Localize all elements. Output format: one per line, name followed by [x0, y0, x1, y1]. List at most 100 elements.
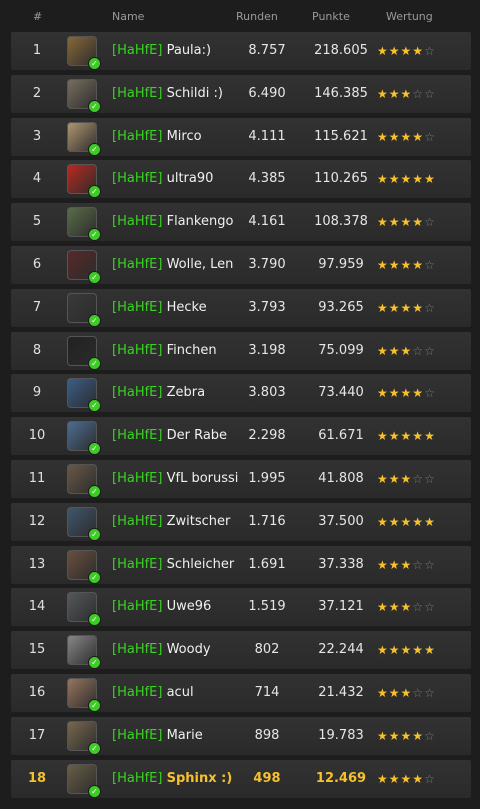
- avatar[interactable]: ✓: [67, 336, 101, 370]
- avatar[interactable]: ✓: [67, 507, 101, 541]
- star-filled-icon: ★: [377, 172, 389, 186]
- table-row[interactable]: 16 ✓ [HaHfE] acul 714 21.432 ★★★☆☆: [11, 674, 471, 712]
- clan-tag: [HaHfE]: [112, 385, 163, 400]
- avatar[interactable]: ✓: [67, 421, 101, 455]
- table-row[interactable]: 12 ✓ [HaHfE] Zwitscher 1.716 37.500 ★★★★★: [11, 503, 471, 541]
- player-name[interactable]: [HaHfE] Woody: [112, 631, 239, 669]
- avatar[interactable]: ✓: [67, 764, 101, 798]
- table-row[interactable]: 18 ✓ [HaHfE] Sphinx :) 498 12.469 ★★★★☆: [11, 760, 471, 798]
- star-filled-icon: ★: [412, 44, 425, 58]
- star-filled-icon: ★: [400, 643, 413, 657]
- star-filled-icon: ★: [412, 386, 425, 400]
- avatar[interactable]: ✓: [67, 293, 101, 327]
- rating-stars: ★★★☆☆: [377, 460, 467, 498]
- avatar[interactable]: ✓: [67, 721, 101, 755]
- table-row[interactable]: 6 ✓ [HaHfE] Wolle, Len 3.790 97.959 ★★★★☆: [11, 246, 471, 284]
- avatar[interactable]: ✓: [67, 164, 101, 198]
- points-cell: 110.265: [314, 171, 368, 186]
- rating-stars: ★★★★★: [377, 503, 467, 541]
- star-filled-icon: ★: [377, 130, 389, 144]
- star-filled-icon: ★: [377, 472, 389, 486]
- player-name[interactable]: [HaHfE] Wolle, Len: [112, 246, 239, 284]
- points-cell: 19.783: [318, 728, 364, 743]
- table-row[interactable]: 7 ✓ [HaHfE] Hecke 3.793 93.265 ★★★★☆: [11, 289, 471, 327]
- player-nickname: VfL borussi: [166, 471, 239, 486]
- player-name[interactable]: [HaHfE] Zebra: [112, 374, 239, 412]
- star-filled-icon: ★: [377, 301, 389, 315]
- table-row[interactable]: 15 ✓ [HaHfE] Woody 802 22.244 ★★★★★: [11, 631, 471, 669]
- rounds-cell: 4.385: [248, 171, 286, 186]
- table-row[interactable]: 1 ✓ [HaHfE] Paula:) 8.757 218.605 ★★★★☆: [11, 32, 471, 70]
- table-row[interactable]: 8 ✓ [HaHfE] Finchen 3.198 75.099 ★★★☆☆: [11, 332, 471, 370]
- header-rounds: Runden: [236, 10, 278, 23]
- avatar[interactable]: ✓: [67, 250, 101, 284]
- table-row[interactable]: 5 ✓ [HaHfE] Flankengo 4.161 108.378 ★★★★☆: [11, 203, 471, 241]
- player-name[interactable]: [HaHfE] Hecke: [112, 289, 239, 327]
- star-filled-icon: ★: [400, 215, 413, 229]
- table-row[interactable]: 9 ✓ [HaHfE] Zebra 3.803 73.440 ★★★★☆: [11, 374, 471, 412]
- star-filled-icon: ★: [377, 386, 389, 400]
- clan-tag: [HaHfE]: [112, 557, 163, 572]
- clan-tag: [HaHfE]: [112, 343, 163, 358]
- player-nickname: acul: [166, 685, 194, 700]
- rounds-cell: 4.161: [248, 214, 286, 229]
- online-status-icon: ✓: [88, 656, 101, 669]
- player-name[interactable]: [HaHfE] Zwitscher: [112, 503, 239, 541]
- rounds-cell: 4.111: [248, 129, 286, 144]
- clan-tag: [HaHfE]: [112, 214, 163, 229]
- star-empty-icon: ☆: [412, 558, 425, 572]
- player-name[interactable]: [HaHfE] Mirco: [112, 118, 239, 156]
- table-row[interactable]: 10 ✓ [HaHfE] Der Rabe 2.298 61.671 ★★★★★: [11, 417, 471, 455]
- star-filled-icon: ★: [388, 558, 401, 572]
- clan-tag: [HaHfE]: [112, 728, 163, 743]
- table-row[interactable]: 14 ✓ [HaHfE] Uwe96 1.519 37.121 ★★★☆☆: [11, 588, 471, 626]
- player-name[interactable]: [HaHfE] Schildi :): [112, 75, 239, 113]
- rating-stars: ★★★☆☆: [377, 588, 467, 626]
- star-filled-icon: ★: [400, 386, 413, 400]
- avatar[interactable]: ✓: [67, 122, 101, 156]
- player-name[interactable]: [HaHfE] Schleicher: [112, 546, 239, 584]
- player-name[interactable]: [HaHfE] Sphinx :): [112, 760, 239, 798]
- star-filled-icon: ★: [377, 558, 389, 572]
- points-cell: 37.338: [318, 557, 364, 572]
- player-name[interactable]: [HaHfE] Flankengo: [112, 203, 239, 241]
- avatar[interactable]: ✓: [67, 79, 101, 113]
- rank-cell: 2: [32, 86, 42, 101]
- table-row[interactable]: 2 ✓ [HaHfE] Schildi :) 6.490 146.385 ★★★☆☆: [11, 75, 471, 113]
- player-name[interactable]: [HaHfE] Marie: [112, 717, 239, 755]
- table-row[interactable]: 11 ✓ [HaHfE] VfL borussi 1.995 41.808 ★★★☆☆: [11, 460, 471, 498]
- table-row[interactable]: 4 ✓ [HaHfE] ultra90 4.385 110.265 ★★★★★: [11, 160, 471, 198]
- table-row[interactable]: 17 ✓ [HaHfE] Marie 898 19.783 ★★★★☆: [11, 717, 471, 755]
- player-name[interactable]: [HaHfE] Uwe96: [112, 588, 239, 626]
- star-empty-icon: ☆: [412, 472, 425, 486]
- star-filled-icon: ★: [400, 429, 413, 443]
- avatar[interactable]: ✓: [67, 36, 101, 70]
- rounds-cell: 1.716: [248, 514, 286, 529]
- avatar[interactable]: ✓: [67, 678, 101, 712]
- star-filled-icon: ★: [400, 472, 413, 486]
- avatar[interactable]: ✓: [67, 550, 101, 584]
- player-name[interactable]: [HaHfE] Finchen: [112, 332, 239, 370]
- table-row[interactable]: 3 ✓ [HaHfE] Mirco 4.111 115.621 ★★★★☆: [11, 118, 471, 156]
- player-name[interactable]: [HaHfE] VfL borussi: [112, 460, 239, 498]
- player-name[interactable]: [HaHfE] Paula:): [112, 32, 239, 70]
- rounds-cell: 1.995: [248, 471, 286, 486]
- rounds-cell: 802: [254, 642, 280, 657]
- points-cell: 21.432: [318, 685, 364, 700]
- star-filled-icon: ★: [388, 686, 401, 700]
- table-row[interactable]: 13 ✓ [HaHfE] Schleicher 1.691 37.338 ★★★☆☆: [11, 546, 471, 584]
- avatar[interactable]: ✓: [67, 592, 101, 626]
- avatar[interactable]: ✓: [67, 207, 101, 241]
- star-filled-icon: ★: [400, 130, 413, 144]
- player-name[interactable]: [HaHfE] acul: [112, 674, 239, 712]
- avatar[interactable]: ✓: [67, 378, 101, 412]
- points-cell: 146.385: [314, 86, 368, 101]
- star-filled-icon: ★: [388, 729, 401, 743]
- player-nickname: Schleicher: [166, 557, 235, 572]
- star-filled-icon: ★: [377, 600, 389, 614]
- player-name[interactable]: [HaHfE] Der Rabe: [112, 417, 239, 455]
- avatar[interactable]: ✓: [67, 464, 101, 498]
- avatar[interactable]: ✓: [67, 635, 101, 669]
- player-name[interactable]: [HaHfE] ultra90: [112, 160, 239, 198]
- rank-cell: 14: [28, 599, 46, 614]
